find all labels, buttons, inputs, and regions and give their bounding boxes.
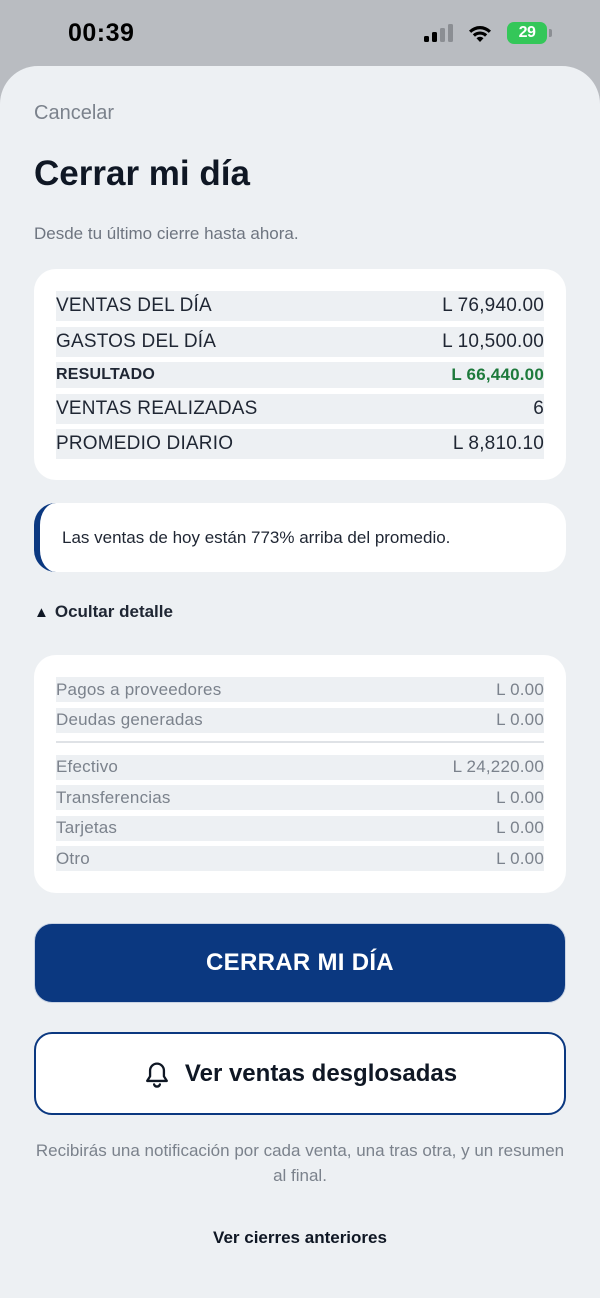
summary-row-result: RESULTADO L 66,440.00 bbox=[56, 362, 544, 388]
detail-value: L 0.00 bbox=[496, 787, 544, 807]
detail-label: Transferencias bbox=[56, 787, 171, 807]
close-day-button[interactable]: CERRAR MI DÍA bbox=[34, 923, 566, 1003]
status-bar: 00:39 29 bbox=[0, 0, 600, 66]
summary-value: 6 bbox=[533, 397, 544, 419]
page-subtitle: Desde tu último cierre hasta ahora. bbox=[34, 224, 299, 243]
detail-divider bbox=[56, 740, 544, 743]
battery-icon: 29 bbox=[507, 22, 552, 44]
notification-note: Recibirás una notificación por cada vent… bbox=[35, 1141, 565, 1185]
detail-label: Otro bbox=[56, 848, 90, 868]
summary-value: L 8,810.10 bbox=[452, 433, 544, 454]
detail-value: L 0.00 bbox=[496, 848, 544, 868]
summary-label: VENTAS REALIZADAS bbox=[56, 397, 258, 419]
detail-label: Pagos a proveedores bbox=[56, 679, 222, 699]
summary-row-sales: VENTAS DEL DÍA L 76,940.00 bbox=[56, 291, 544, 321]
detail-row: Deudas generadas L 0.00 bbox=[56, 707, 544, 733]
page-title: Cerrar mi día bbox=[34, 154, 250, 193]
detail-value: L 0.00 bbox=[496, 679, 544, 699]
previous-closures-link[interactable]: Ver cierres anteriores bbox=[0, 1228, 600, 1248]
summary-value: L 10,500.00 bbox=[442, 330, 544, 352]
summary-label: PROMEDIO DIARIO bbox=[56, 433, 234, 454]
detail-row: Efectivo L 24,220.00 bbox=[56, 754, 544, 780]
detail-row: Transferencias L 0.00 bbox=[56, 785, 544, 810]
toggle-label: Ocultar detalle bbox=[54, 602, 173, 621]
detail-label: Tarjetas bbox=[56, 818, 118, 837]
summary-label: RESULTADO bbox=[56, 366, 155, 383]
triangle-up-icon: ▲ bbox=[34, 603, 49, 621]
view-sales-breakdown-button[interactable]: Ver ventas desglosadas bbox=[34, 1032, 566, 1115]
summary-row-sales-count: VENTAS REALIZADAS 6 bbox=[56, 393, 544, 424]
sales-comparison-alert: Las ventas de hoy están 773% arriba del … bbox=[34, 503, 566, 572]
signal-icon bbox=[424, 24, 453, 42]
view-sales-label: Ver ventas desglosadas bbox=[184, 1059, 458, 1087]
battery-level: 29 bbox=[507, 22, 547, 44]
detail-row: Pagos a proveedores L 0.00 bbox=[56, 677, 544, 702]
summary-label: GASTOS DEL DÍA bbox=[56, 330, 217, 352]
summary-value-result: L 66,440.00 bbox=[451, 365, 544, 384]
detail-card: Pagos a proveedores L 0.00 Deudas genera… bbox=[34, 655, 566, 893]
summary-row-expenses: GASTOS DEL DÍA L 10,500.00 bbox=[56, 326, 544, 357]
detail-value: L 24,220.00 bbox=[452, 757, 544, 776]
detail-label: Deudas generadas bbox=[56, 710, 203, 729]
detail-value: L 0.00 bbox=[496, 818, 544, 837]
summary-card: VENTAS DEL DÍA L 76,940.00 GASTOS DEL DÍ… bbox=[34, 269, 566, 480]
status-icons: 29 bbox=[424, 22, 552, 44]
wifi-icon bbox=[469, 26, 491, 42]
summary-label: VENTAS DEL DÍA bbox=[56, 295, 212, 316]
summary-value: L 76,940.00 bbox=[442, 295, 544, 316]
detail-row: Tarjetas L 0.00 bbox=[56, 815, 544, 841]
detail-value: L 0.00 bbox=[496, 710, 544, 729]
bell-icon bbox=[145, 1061, 168, 1088]
detail-row: Otro L 0.00 bbox=[56, 846, 544, 871]
cancel-button[interactable]: Cancelar bbox=[34, 102, 114, 125]
hide-detail-toggle[interactable]: ▲ Ocultar detalle bbox=[34, 602, 173, 622]
summary-row-daily-average: PROMEDIO DIARIO L 8,810.10 bbox=[56, 429, 544, 459]
status-time: 00:39 bbox=[68, 18, 135, 47]
close-day-sheet: Cancelar Cerrar mi día Desde tu último c… bbox=[0, 66, 600, 1298]
detail-label: Efectivo bbox=[56, 757, 119, 776]
